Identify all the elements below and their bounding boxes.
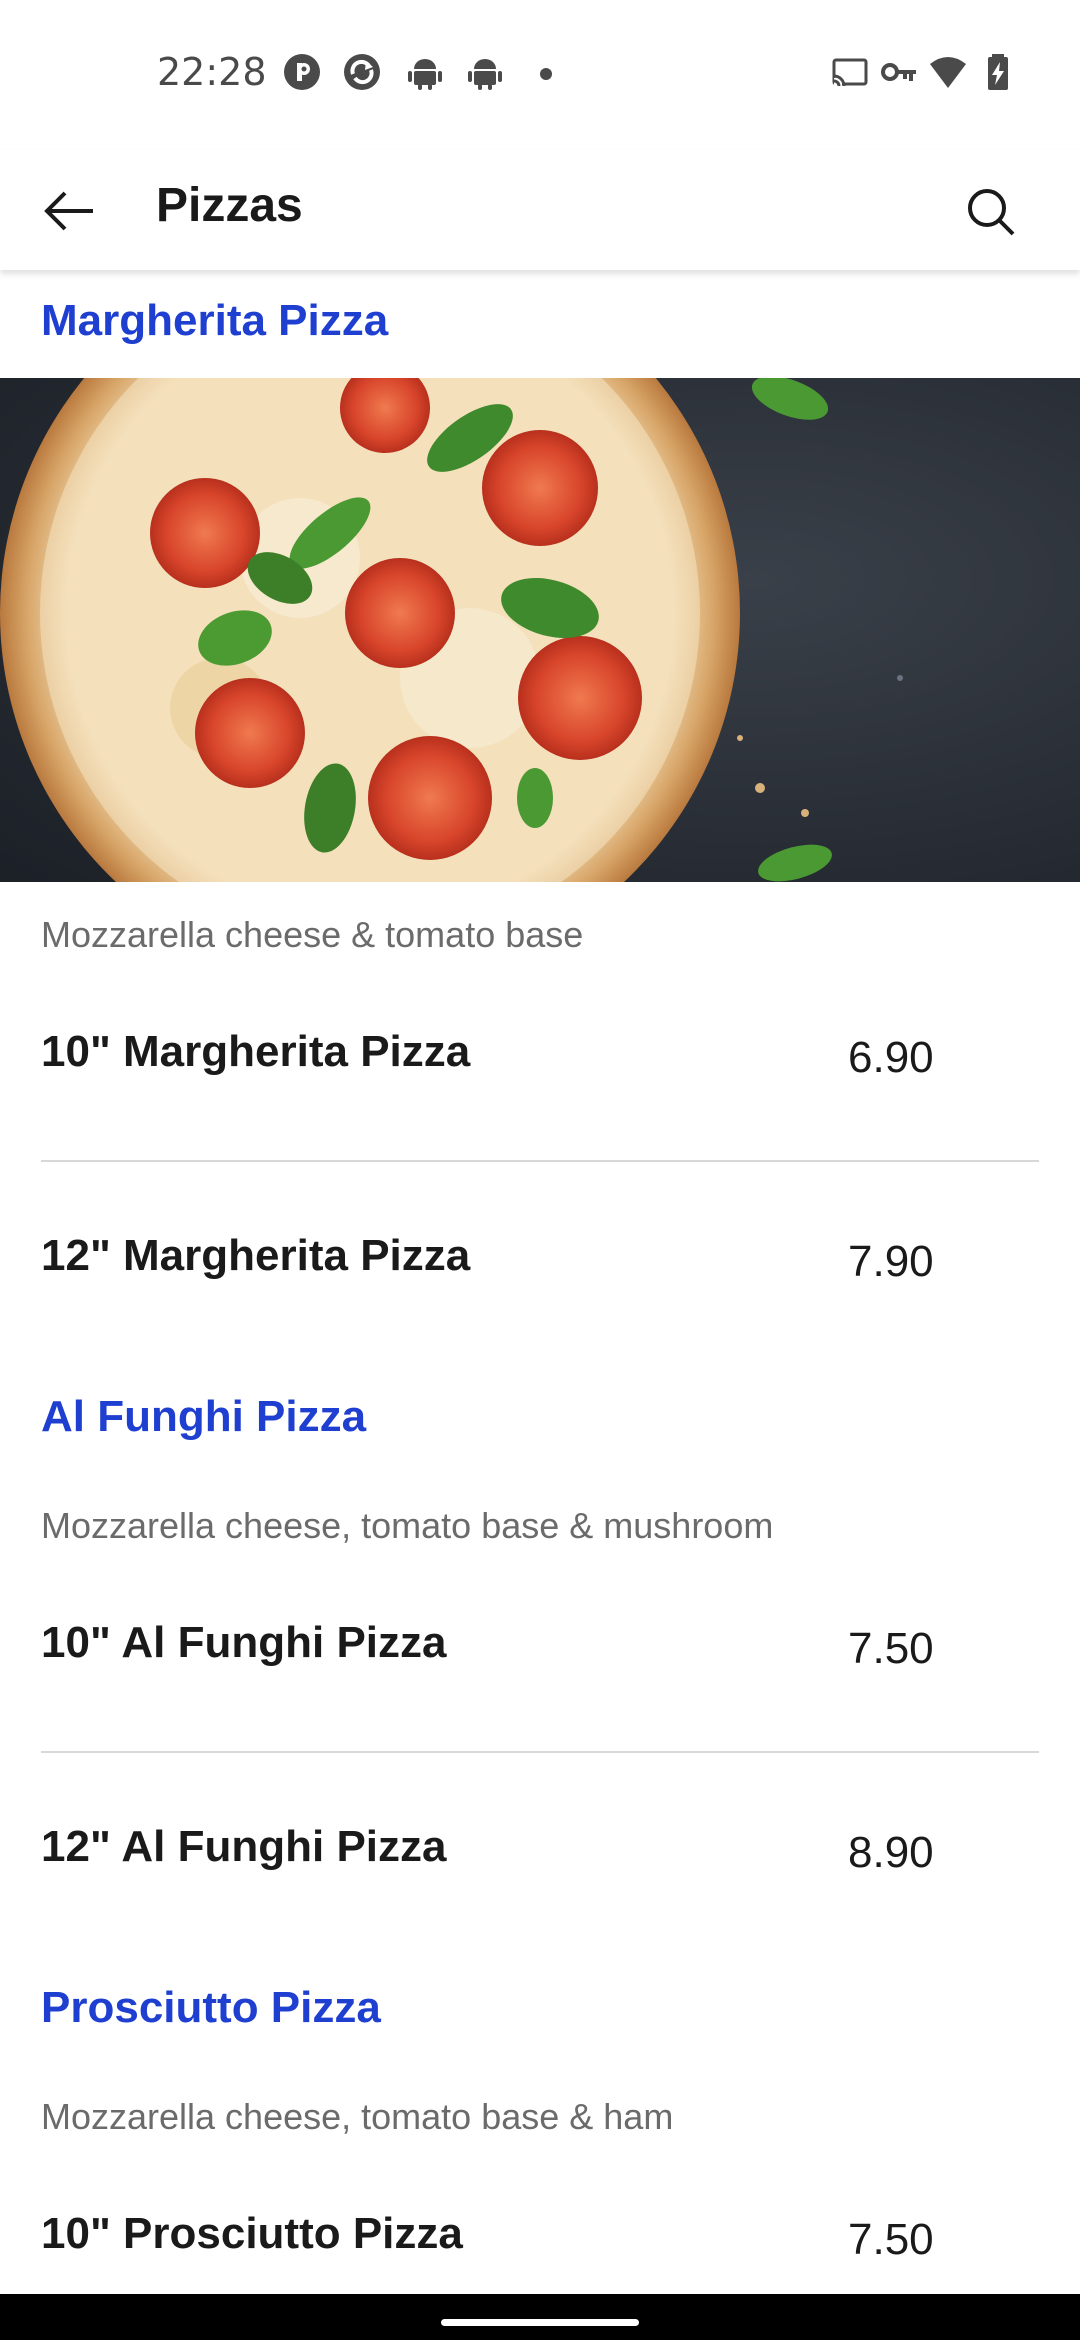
pizza-image bbox=[0, 378, 1080, 882]
android-icon bbox=[408, 59, 442, 90]
home-gesture-handle[interactable] bbox=[441, 2319, 639, 2326]
item-name: 10" Al Funghi Pizza bbox=[41, 1618, 447, 1667]
divider bbox=[41, 1751, 1039, 1753]
app-p-icon bbox=[284, 54, 320, 90]
section-title: Margherita Pizza bbox=[41, 296, 389, 345]
wifi-icon bbox=[930, 57, 966, 88]
sync-icon bbox=[344, 54, 380, 90]
status-bar: 22:28 bbox=[0, 0, 1080, 150]
app-bar: Pizzas bbox=[0, 150, 1080, 270]
section-title: Al Funghi Pizza bbox=[41, 1392, 367, 1441]
back-button[interactable] bbox=[35, 176, 105, 246]
key-icon bbox=[881, 63, 916, 81]
item-price: 6.90 bbox=[848, 1033, 934, 1082]
item-name: 10" Prosciutto Pizza bbox=[41, 2209, 463, 2258]
margherita-pizza-photo bbox=[0, 378, 1080, 882]
status-time: 22:28 bbox=[157, 50, 267, 94]
section-description: Mozzarella cheese & tomato base bbox=[41, 914, 584, 955]
search-button[interactable] bbox=[955, 176, 1025, 246]
item-name: 12" Al Funghi Pizza bbox=[41, 1822, 447, 1871]
item-name: 10" Margherita Pizza bbox=[41, 1027, 471, 1076]
item-price: 7.50 bbox=[848, 2215, 934, 2264]
cast-icon bbox=[832, 58, 868, 87]
arrow-left-icon bbox=[44, 191, 93, 231]
item-price: 8.90 bbox=[848, 1828, 934, 1877]
page-title: Pizzas bbox=[156, 179, 303, 232]
section-description: Mozzarella cheese, tomato base & ham bbox=[41, 2096, 674, 2137]
android-icon bbox=[468, 59, 502, 90]
dot-icon bbox=[540, 68, 552, 80]
divider bbox=[41, 1160, 1039, 1162]
section-description: Mozzarella cheese, tomato base & mushroo… bbox=[41, 1505, 774, 1546]
section-title: Prosciutto Pizza bbox=[41, 1983, 381, 2032]
item-price: 7.90 bbox=[848, 1237, 934, 1286]
battery-charging-icon bbox=[988, 54, 1008, 90]
search-icon bbox=[968, 189, 1015, 236]
item-name: 12" Margherita Pizza bbox=[41, 1231, 471, 1280]
item-price: 7.50 bbox=[848, 1624, 934, 1673]
navigation-bar bbox=[0, 2294, 1080, 2340]
